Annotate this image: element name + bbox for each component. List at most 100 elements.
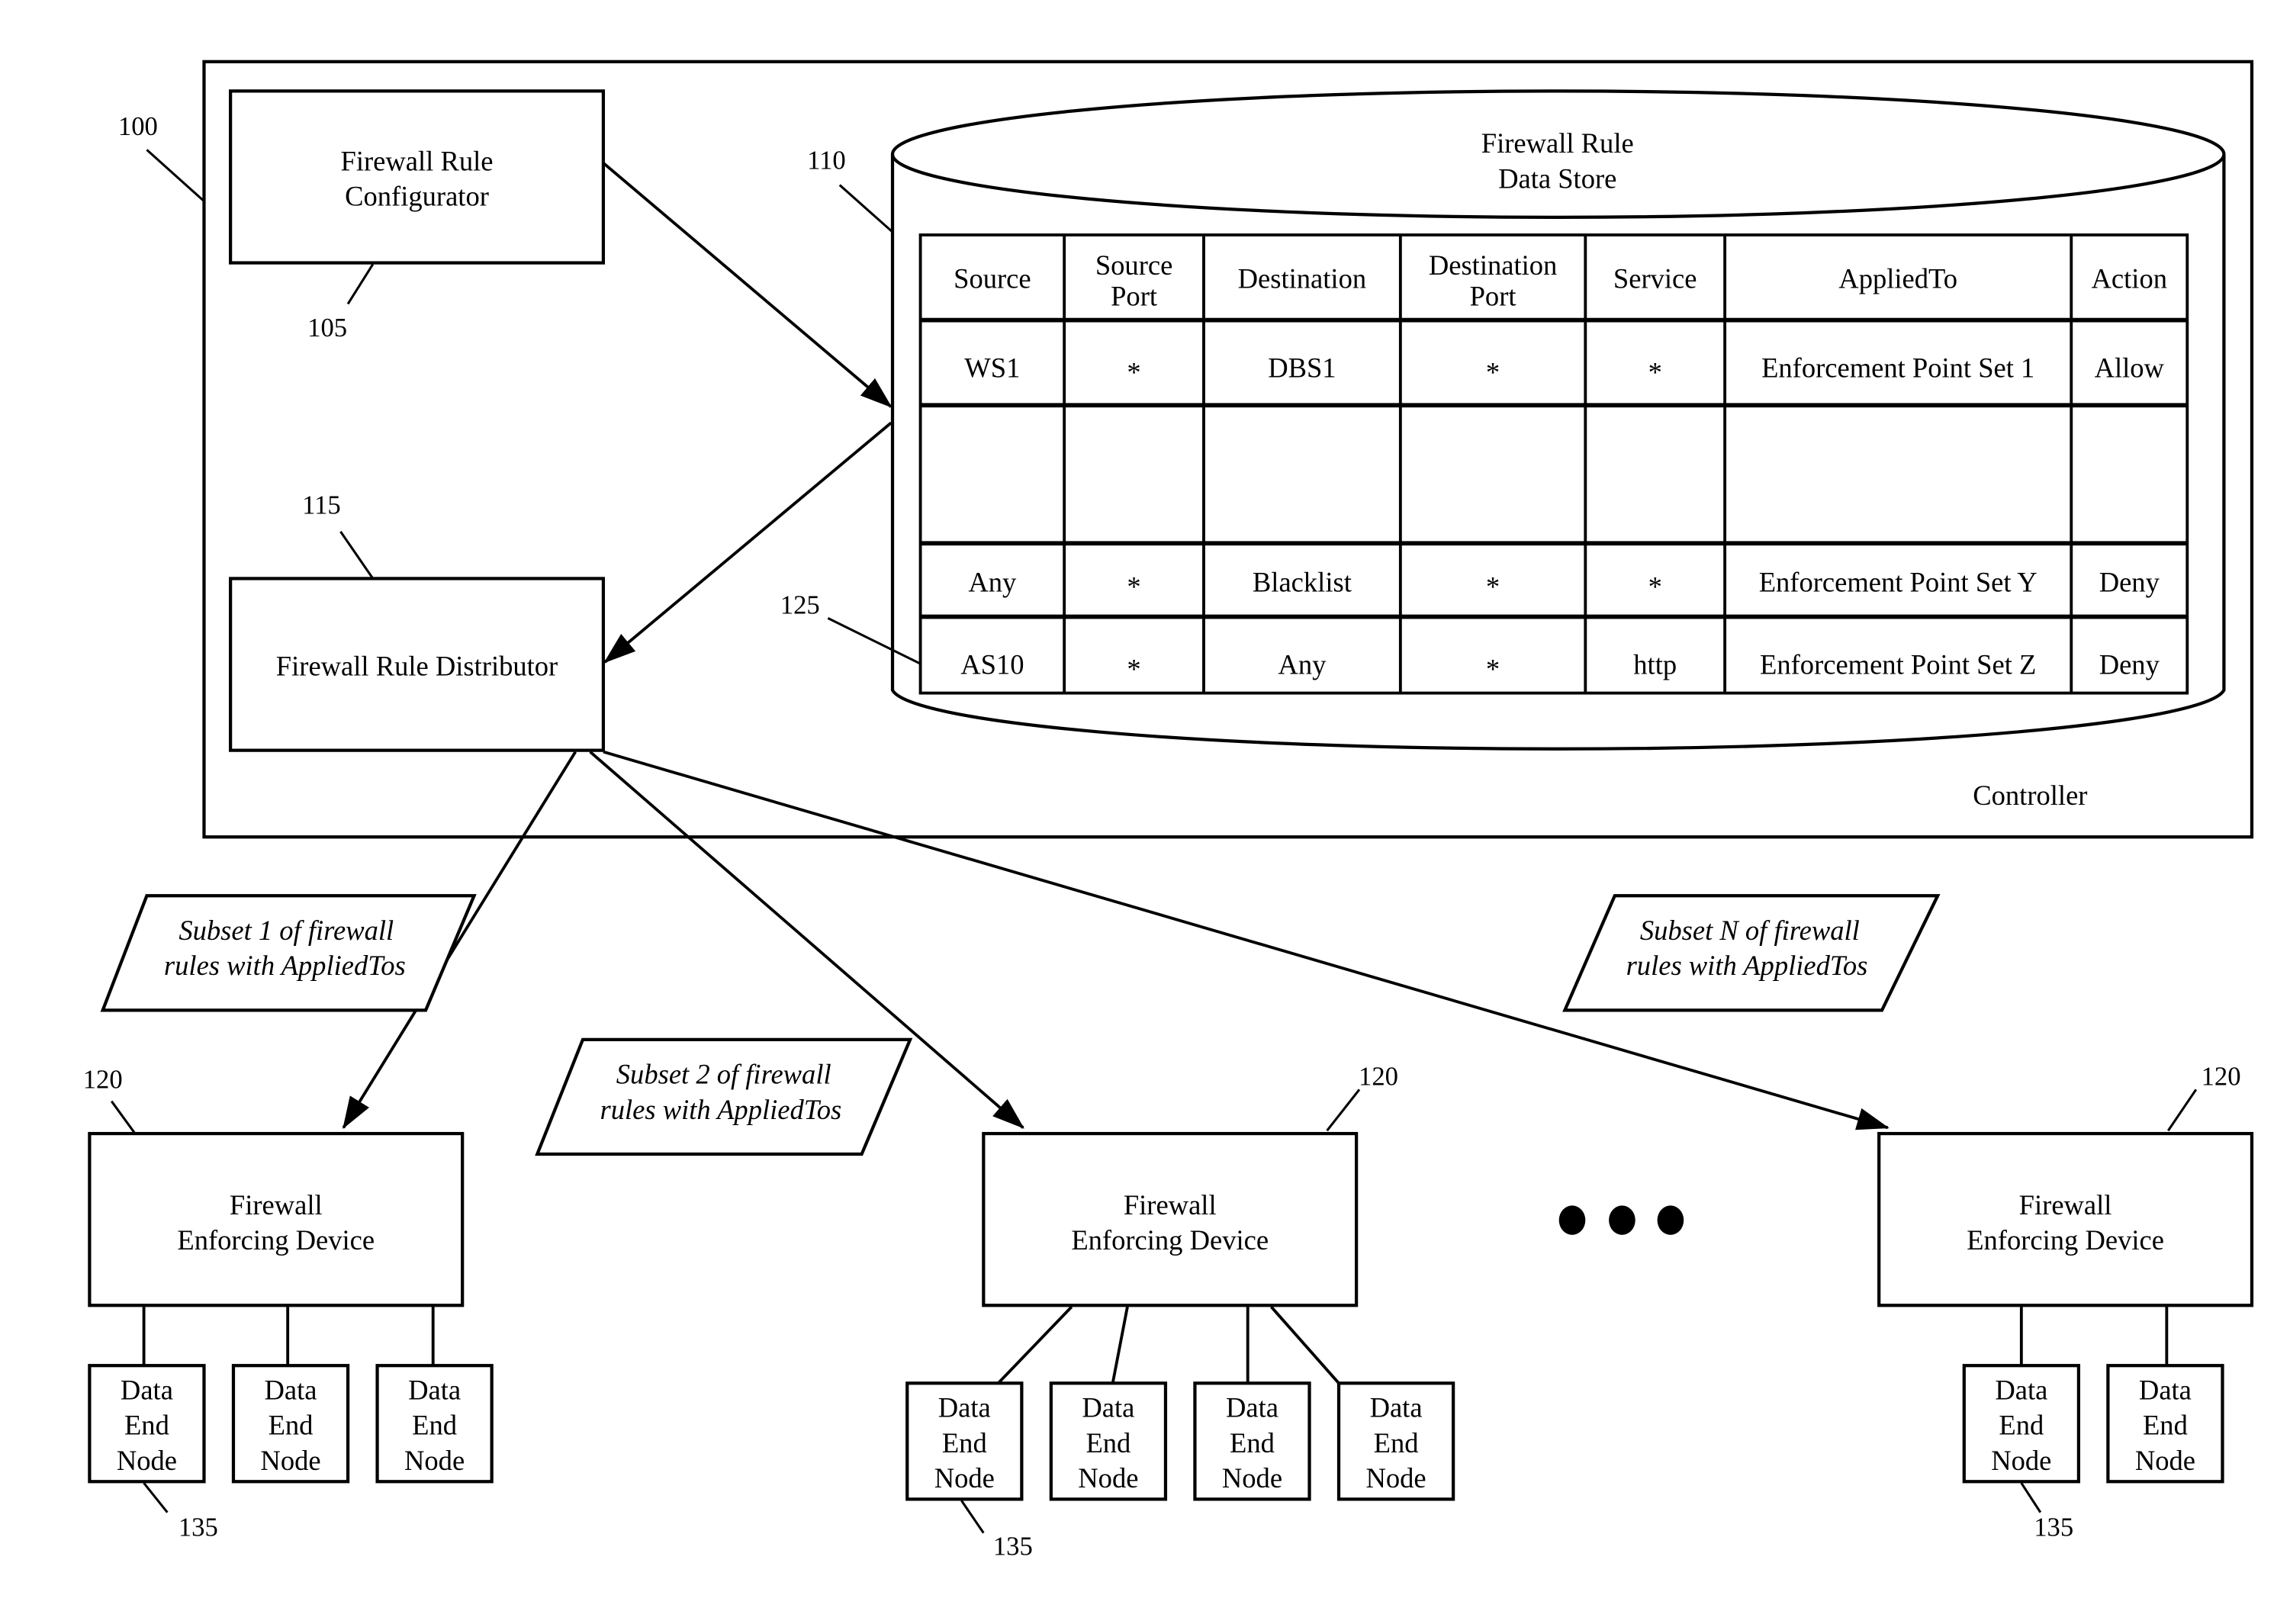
data-end-node: Data End Node [2106,1364,2224,1484]
table-cell: Enforcement Point Set Y [1759,567,2038,598]
node-label-line1: Data [265,1374,317,1405]
table-cell: http [1633,649,1677,680]
ref-label-105: 105 [307,314,347,342]
column-header: Port [1470,280,1516,311]
node-label-line1: Data [1082,1392,1134,1423]
device-n-line2: Enforcing Device [1967,1224,2164,1256]
table-cell: * [1486,571,1500,603]
ref-label-120: 120 [83,1065,123,1094]
table-cell: * [1127,653,1140,684]
node-label-line2: End [269,1410,314,1441]
node-label-line1: Data [121,1374,173,1405]
distributor-label: Firewall Rule Distributor [276,650,558,681]
firewall-enforcing-device-1: Firewall Enforcing Device [88,1131,465,1307]
device-n-line1: Firewall [2019,1189,2112,1220]
subset-n-line2: rules with AppliedTos [1626,950,1868,981]
node-label-line1: Data [1370,1392,1423,1423]
data-end-node: Data End Node [1962,1364,2081,1484]
node-label-line2: End [2143,1410,2188,1441]
table-cell: Enforcement Point Set Z [1760,649,2036,680]
ref-label-120: 120 [1359,1063,1398,1092]
firewall-rule-distributor: Firewall Rule Distributor [229,577,606,752]
controller-ref: 100 [118,112,205,202]
configurator-label-line1: Firewall Rule [341,145,494,176]
node-label-line2: End [124,1410,169,1441]
leader-line [143,1482,169,1513]
data-end-node: Data End Node [88,1364,206,1484]
node-label-line3: Node [934,1462,995,1494]
table-cell: Allow [2095,352,2165,384]
ref-label-125: 125 [780,591,820,620]
device-2-line2: Enforcing Device [1071,1224,1269,1256]
node-label-line1: Data [408,1374,461,1405]
table-cell: Deny [2099,567,2160,598]
ref-label-115: 115 [302,491,341,520]
subset-2-line1: Subset 2 of firewall [616,1059,831,1090]
column-header: Source [954,262,1031,294]
table-cell: * [1486,356,1500,388]
column-header: Destination [1238,262,1366,294]
device-1-line2: Enforcing Device [177,1224,375,1256]
node-label-line3: Node [1991,1445,2051,1476]
table-cell: Enforcement Point Set 1 [1761,352,2034,384]
node-label-line3: Node [404,1445,465,1476]
column-header: AppliedTo [1838,262,1957,294]
node-label-line3: Node [2135,1445,2195,1476]
ref-label-135: 135 [2034,1513,2073,1542]
node-label-line2: End [412,1410,457,1441]
data-store-label-line1: Firewall Rule [1481,127,1634,159]
firewall-enforcing-device-n: Firewall Enforcing Device [1877,1131,2254,1307]
subset-n-line1: Subset N of firewall [1640,915,1860,946]
more-devices-ellipsis [1558,1205,1684,1235]
table-cell: * [1486,653,1500,684]
node-label-line3: Node [1365,1462,1426,1494]
node-label-line1: Data [938,1392,991,1423]
column-header: Action [2092,262,2167,294]
leader-line [111,1100,137,1134]
table-cell: * [1648,571,1662,603]
table-cell: AS10 [960,649,1024,680]
column-header: Destination [1429,249,1557,281]
data-end-node: Data End Node [375,1364,494,1484]
node-label-line1: Data [1995,1374,2047,1405]
node-label-line1: Data [1226,1392,1278,1423]
subset-2-label: Subset 2 of firewall rules with AppliedT… [535,1037,913,1156]
firewall-rule-configurator: Firewall Rule Configurator [229,89,606,265]
node-label-line1: Data [2139,1374,2192,1405]
table-cell: DBS1 [1268,352,1336,384]
link-line [997,1305,1073,1384]
ref-label-120: 120 [2202,1063,2241,1092]
leader-line [2020,1482,2042,1513]
table-cell: * [1648,356,1662,388]
node-label-line3: Node [117,1445,177,1476]
data-end-node: Data End Node [1336,1381,1455,1501]
device-2-line1: Firewall [1124,1189,1217,1220]
table-cell: WS1 [964,352,1020,384]
firewall-architecture-diagram: Controller 100 Firewall Rule Configurato… [83,59,2254,1561]
table-cell: Any [1278,649,1327,680]
data-end-nodes-device-1: Data End Node Data End Node Data End Node [88,1364,494,1484]
table-cell: * [1127,571,1140,603]
data-end-node: Data End Node [1049,1381,1168,1501]
subset-1-line2: rules with AppliedTos [164,950,406,981]
subset-n-label: Subset N of firewall rules with AppliedT… [1562,894,1941,1012]
leader-line [2167,1089,2198,1132]
link-line [1270,1305,1340,1384]
subset-1-line1: Subset 1 of firewall [179,915,394,946]
ref-label-110: 110 [807,146,846,175]
configurator-label-line2: Configurator [345,180,489,211]
table-cell: Blacklist [1253,567,1352,598]
subset-1-label: Subset 1 of firewall rules with AppliedT… [100,894,477,1012]
column-header: Port [1111,280,1157,311]
data-end-node: Data End Node [1193,1381,1311,1501]
ref-label-100: 100 [118,112,158,141]
node-label-line3: Node [260,1445,320,1476]
node-label-line2: End [1085,1427,1131,1458]
data-store-label-line2: Data Store [1498,162,1616,194]
controller-label: Controller [1973,780,2087,811]
node-label-line2: End [1999,1410,2044,1441]
node-label-line2: End [942,1427,987,1458]
ref-label-135: 135 [993,1532,1033,1561]
leader-line [960,1500,985,1534]
data-end-node: Data End Node [905,1381,1024,1501]
